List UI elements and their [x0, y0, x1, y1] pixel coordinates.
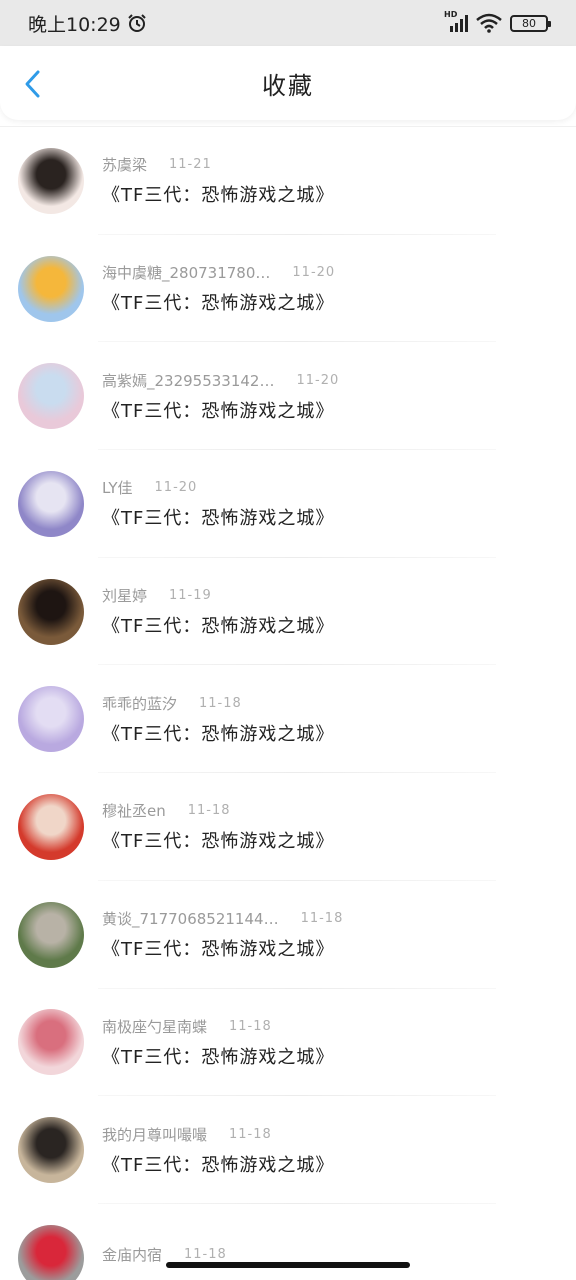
meta-line: 穆祉丞en 11-18	[102, 800, 334, 821]
favorite-time: 11-20	[296, 372, 340, 388]
username[interactable]: 苏虞梁	[102, 154, 147, 175]
favorite-time: 11-19	[169, 588, 212, 604]
status-left: 晚上10:29	[28, 10, 147, 37]
list-item[interactable]: 苏虞梁 11-21 《TF三代：恐怖游戏之城》	[0, 127, 576, 235]
list-item[interactable]: 乖乖的蓝汐 11-18 《TF三代：恐怖游戏之城》	[0, 665, 576, 774]
work-title[interactable]: 《TF三代：恐怖游戏之城》	[102, 612, 334, 638]
favorite-time: 11-20	[154, 480, 198, 496]
list-item[interactable]: 高紫嫣_23295533142… 11-20 《TF三代：恐怖游戏之城》	[0, 342, 576, 451]
avatar[interactable]	[18, 363, 84, 430]
avatar[interactable]	[18, 793, 84, 860]
meta-line: 乖乖的蓝汐 11-18	[102, 693, 334, 714]
username[interactable]: LY佳	[102, 477, 133, 498]
avatar[interactable]	[18, 1009, 84, 1076]
item-text: 海中虞糖_280731780… 11-20 《TF三代：恐怖游戏之城》	[102, 262, 335, 315]
favorite-time: 11-18	[199, 695, 242, 711]
work-title[interactable]: 《TF三代：恐怖游戏之城》	[102, 720, 334, 746]
favorite-time: 11-18	[184, 1247, 227, 1263]
meta-line: 高紫嫣_23295533142… 11-20	[102, 370, 339, 391]
avatar[interactable]	[18, 470, 84, 537]
meta-line: 南极座勺星南蝶 11-18	[102, 1016, 334, 1037]
list-item[interactable]: LY佳 11-20 《TF三代：恐怖游戏之城》	[0, 450, 576, 558]
username[interactable]: 海中虞糖_280731780…	[102, 262, 270, 283]
avatar[interactable]	[18, 255, 84, 322]
item-text: 高紫嫣_23295533142… 11-20 《TF三代：恐怖游戏之城》	[102, 370, 339, 423]
item-text: 南极座勺星南蝶 11-18 《TF三代：恐怖游戏之城》	[102, 1016, 334, 1069]
username[interactable]: 高紫嫣_23295533142…	[102, 370, 274, 391]
username[interactable]: 金庙内宿	[102, 1244, 162, 1265]
avatar[interactable]	[18, 686, 84, 753]
username[interactable]: 我的月尊叫嘬嘬	[102, 1124, 207, 1145]
meta-line: 苏虞梁 11-21	[102, 154, 334, 175]
list-item[interactable]: 金庙内宿 11-18	[0, 1204, 576, 1280]
list-item[interactable]: 海中虞糖_280731780… 11-20 《TF三代：恐怖游戏之城》	[0, 235, 576, 343]
status-bar: 晚上10:29 HD 80	[0, 0, 576, 46]
chevron-left-icon	[25, 70, 40, 98]
avatar[interactable]	[18, 578, 84, 645]
avatar[interactable]	[18, 901, 84, 968]
battery-icon: 80	[510, 14, 551, 32]
work-title[interactable]: 《TF三代：恐怖游戏之城》	[102, 289, 335, 315]
work-title[interactable]: 《TF三代：恐怖游戏之城》	[102, 1151, 334, 1177]
item-text: 我的月尊叫嘬嘬 11-18 《TF三代：恐怖游戏之城》	[102, 1124, 334, 1177]
battery-level: 80	[522, 16, 536, 30]
avatar[interactable]	[18, 1224, 84, 1280]
work-title[interactable]: 《TF三代：恐怖游戏之城》	[102, 935, 343, 961]
meta-line: LY佳 11-20	[102, 477, 334, 498]
list-item[interactable]: 南极座勺星南蝶 11-18 《TF三代：恐怖游戏之城》	[0, 989, 576, 1097]
back-button[interactable]	[14, 66, 50, 102]
work-title[interactable]: 《TF三代：恐怖游戏之城》	[102, 504, 334, 530]
username[interactable]: 乖乖的蓝汐	[102, 693, 177, 714]
username[interactable]: 刘星婷	[102, 585, 147, 606]
cellular-signal-icon: HD	[444, 10, 468, 32]
avatar[interactable]	[18, 147, 84, 214]
alarm-clock-icon	[128, 14, 146, 32]
work-title[interactable]: 《TF三代：恐怖游戏之城》	[102, 827, 334, 853]
item-text: 黄谈_7177068521144… 11-18 《TF三代：恐怖游戏之城》	[102, 908, 343, 961]
meta-line: 刘星婷 11-19	[102, 585, 334, 606]
meta-line: 我的月尊叫嘬嘬 11-18	[102, 1124, 334, 1145]
item-text: 乖乖的蓝汐 11-18 《TF三代：恐怖游戏之城》	[102, 693, 334, 746]
favorite-time: 11-18	[187, 803, 231, 819]
favorite-time: 11-18	[229, 1018, 272, 1034]
list-item[interactable]: 穆祉丞en 11-18 《TF三代：恐怖游戏之城》	[0, 773, 576, 881]
username[interactable]: 南极座勺星南蝶	[102, 1016, 207, 1037]
item-text: 苏虞梁 11-21 《TF三代：恐怖游戏之城》	[102, 154, 334, 207]
item-text: LY佳 11-20 《TF三代：恐怖游戏之城》	[102, 477, 334, 530]
page-title: 收藏	[262, 71, 314, 100]
home-indicator[interactable]	[166, 1262, 410, 1268]
favorite-time: 11-18	[229, 1126, 272, 1142]
username[interactable]: 黄谈_7177068521144…	[102, 908, 279, 929]
meta-line: 黄谈_7177068521144… 11-18	[102, 908, 343, 929]
list-item[interactable]: 黄谈_7177068521144… 11-18 《TF三代：恐怖游戏之城》	[0, 881, 576, 989]
username[interactable]: 穆祉丞en	[102, 800, 166, 821]
wifi-icon	[476, 13, 502, 33]
favorites-list[interactable]: 苏虞梁 11-21 《TF三代：恐怖游戏之城》 海中虞糖_280731780… 11-2…	[0, 126, 576, 1280]
item-text: 刘星婷 11-19 《TF三代：恐怖游戏之城》	[102, 585, 334, 638]
favorite-time: 11-21	[169, 157, 212, 173]
favorite-time: 11-18	[300, 911, 344, 927]
status-right: HD 80	[444, 10, 551, 33]
work-title[interactable]: 《TF三代：恐怖游戏之城》	[102, 181, 334, 207]
list-item[interactable]: 刘星婷 11-19 《TF三代：恐怖游戏之城》	[0, 558, 576, 666]
work-title[interactable]: 《TF三代：恐怖游戏之城》	[102, 1043, 334, 1069]
item-text: 穆祉丞en 11-18 《TF三代：恐怖游戏之城》	[102, 800, 334, 853]
favorite-time: 11-20	[292, 265, 336, 281]
meta-line: 海中虞糖_280731780… 11-20	[102, 262, 335, 283]
list-item[interactable]: 我的月尊叫嘬嘬 11-18 《TF三代：恐怖游戏之城》	[0, 1096, 576, 1204]
nav-bar: 收藏	[0, 46, 576, 120]
status-time: 晚上10:29	[28, 13, 121, 36]
avatar[interactable]	[18, 1117, 84, 1184]
work-title[interactable]: 《TF三代：恐怖游戏之城》	[102, 397, 339, 423]
